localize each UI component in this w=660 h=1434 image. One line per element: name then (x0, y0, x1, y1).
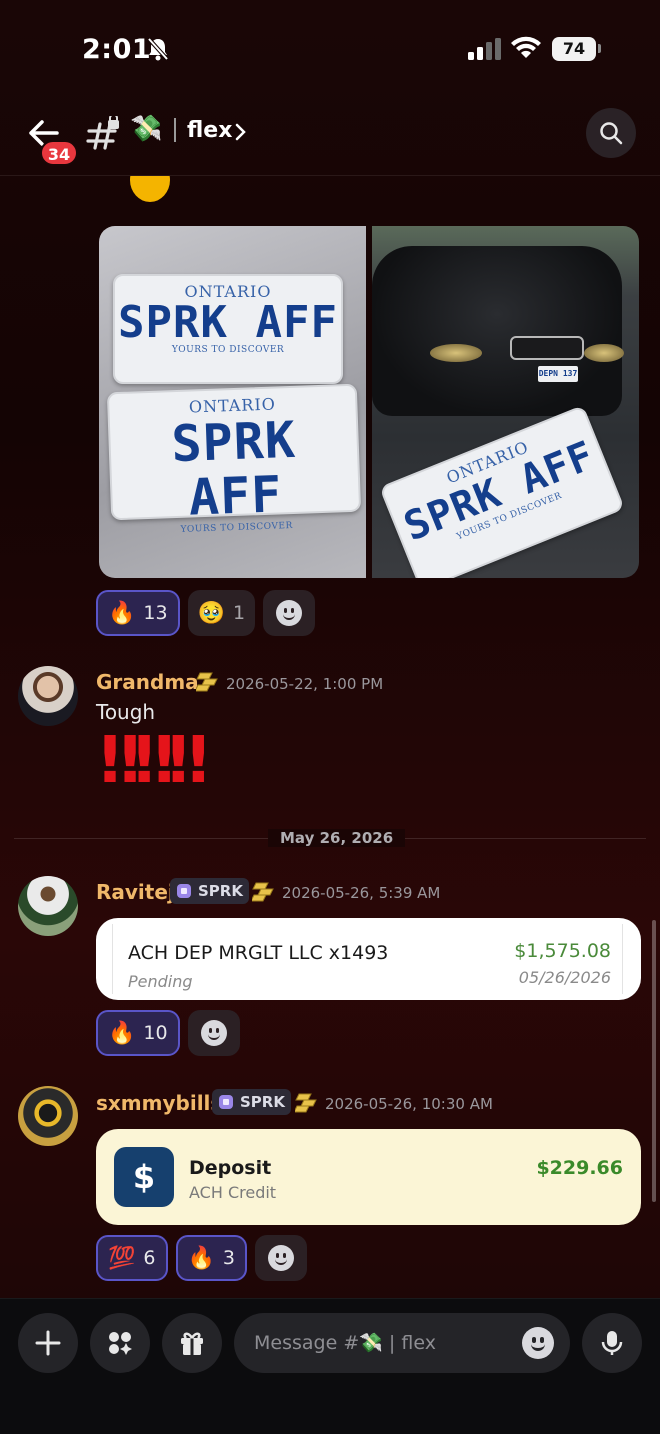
unread-badge: 34 (40, 140, 78, 166)
reaction-count: 13 (143, 602, 168, 624)
add-reaction-button[interactable] (187, 1010, 240, 1056)
gift-icon (181, 1332, 203, 1355)
apps-button[interactable] (90, 1313, 150, 1373)
plus-icon (35, 1330, 61, 1356)
server-tag-label: SPRK (240, 1093, 285, 1111)
add-attachment-button[interactable] (18, 1313, 78, 1373)
card-border-line (112, 924, 113, 994)
fire-emoji-icon: 🔥 (108, 1020, 136, 1046)
sprk-tag-icon (177, 884, 191, 898)
gift-button[interactable] (162, 1313, 222, 1373)
battery-indicator: 74 (552, 37, 596, 61)
username[interactable]: Ravitej (96, 880, 175, 904)
channel-name[interactable]: flex (187, 118, 232, 143)
attachment-image-car[interactable]: DEPN 137 ONTARIO SPRK AFF YOURS TO DISCO… (372, 226, 639, 578)
message-timestamp: 2026-05-26, 10:30 AM (325, 1095, 493, 1113)
message-input-container (234, 1313, 570, 1373)
wifi-icon (511, 36, 541, 58)
username[interactable]: Grandma (96, 670, 199, 694)
server-tag-label: SPRK (198, 882, 243, 900)
gold-bars-icon (295, 1093, 317, 1113)
license-plate: ONTARIO SPRK AFF YOURS TO DISCOVER (379, 404, 625, 578)
gold-bars-icon (252, 882, 274, 902)
reaction-fire[interactable]: 🔥 13 (96, 590, 180, 636)
reaction-bar: 🔥 10 (96, 1010, 240, 1056)
license-plate: ONTARIO SPRK AFF YOURS TO DISCOVER (106, 383, 362, 535)
license-plate: ONTARIO SPRK AFF YOURS TO DISCOVER (113, 274, 343, 384)
chevron-right-icon[interactable] (234, 122, 248, 142)
plate-number: SPRK AFF (170, 410, 297, 527)
search-button[interactable] (586, 108, 636, 158)
small-plate: DEPN 137 (538, 366, 578, 382)
status-time: 2:01 (82, 34, 152, 65)
avatar-sxmmybills[interactable] (18, 1086, 78, 1146)
deposit-subtitle: ACH Credit (189, 1183, 277, 1202)
server-tag: SPRK (212, 1089, 291, 1115)
message-text: Tough (96, 700, 156, 724)
message-composer (0, 1298, 660, 1434)
car-shape (372, 246, 622, 416)
gold-bars-icon (196, 672, 218, 692)
card-border-line (622, 924, 623, 994)
hundred-points-emoji-icon: 💯 (108, 1245, 136, 1271)
transaction-title: ACH DEP MRGLT LLC x1493 (128, 942, 389, 964)
status-bar: 2:01 74 (0, 0, 660, 100)
plate-number: SPRK AFF (118, 297, 338, 348)
fire-emoji-icon: 🔥 (108, 600, 136, 626)
battery-nub (598, 44, 601, 53)
message-input[interactable] (254, 1313, 504, 1373)
transaction-status: Pending (128, 972, 193, 991)
header-divider (174, 118, 176, 142)
microphone-icon (601, 1331, 623, 1355)
date-divider-label: May 26, 2026 (268, 829, 406, 847)
reaction-hundred[interactable]: 💯 6 (96, 1235, 168, 1281)
emoji-picker-button[interactable] (522, 1327, 554, 1359)
holding-tears-emoji-icon: 🥹 (197, 600, 225, 626)
add-reaction-icon (276, 600, 303, 626)
search-icon (600, 122, 623, 145)
locked-channel-hash-icon (86, 116, 119, 150)
channel-header: 34 💸 flex (0, 100, 660, 176)
car-headlight (430, 344, 482, 362)
reaction-count: 1 (233, 602, 246, 624)
message-timestamp: 2026-05-26, 5:39 AM (282, 884, 441, 902)
channel-emoji: 💸 (130, 114, 163, 144)
apps-icon (109, 1332, 132, 1355)
reaction-count: 6 (143, 1247, 156, 1269)
add-reaction-icon (200, 1020, 227, 1046)
reaction-holding-tears[interactable]: 🥹 1 (187, 590, 256, 636)
cellular-signal-icon (468, 38, 501, 60)
voice-message-button[interactable] (582, 1313, 642, 1373)
transaction-date: 05/26/2026 (518, 968, 611, 987)
reaction-fire[interactable]: 🔥 10 (96, 1010, 180, 1056)
reaction-count: 10 (143, 1022, 168, 1044)
message-timestamp: 2026-05-22, 1:00 PM (226, 675, 384, 693)
reaction-fire[interactable]: 🔥 3 (175, 1235, 247, 1281)
scrollbar[interactable] (652, 920, 656, 1202)
dollar-icon: $ (114, 1147, 174, 1207)
reaction-bar: 💯 6 🔥 3 (96, 1235, 307, 1281)
sprk-tag-icon (219, 1095, 233, 1109)
silent-bell-icon (147, 37, 169, 61)
car-headlight (584, 344, 624, 362)
reaction-count: 3 (222, 1247, 235, 1269)
fire-emoji-icon: 🔥 (187, 1245, 215, 1271)
username[interactable]: sxmmybills (96, 1091, 222, 1115)
server-tag: SPRK (170, 878, 249, 904)
deposit-title: Deposit (189, 1157, 272, 1179)
attachment-image-plates[interactable]: ONTARIO SPRK AFF YOURS TO DISCOVER ONTAR… (99, 226, 366, 578)
double-exclamation-emojis: ‼‼‼ (100, 724, 208, 798)
car-grille (510, 336, 584, 360)
add-reaction-button[interactable] (263, 590, 316, 636)
avatar-ravitej[interactable] (18, 876, 78, 936)
transaction-amount: $1,575.08 (514, 940, 611, 962)
deposit-amount: $229.66 (536, 1157, 623, 1179)
ach-transaction-card: ACH DEP MRGLT LLC x1493 Pending $1,575.0… (96, 918, 641, 1000)
add-reaction-button[interactable] (255, 1235, 307, 1281)
deposit-card: $ Deposit ACH Credit $229.66 (96, 1129, 641, 1225)
avatar-grandma[interactable] (18, 666, 78, 726)
partial-emoji (126, 176, 170, 208)
reaction-bar: 🔥 13 🥹 1 (96, 590, 316, 636)
add-reaction-icon (268, 1245, 294, 1271)
